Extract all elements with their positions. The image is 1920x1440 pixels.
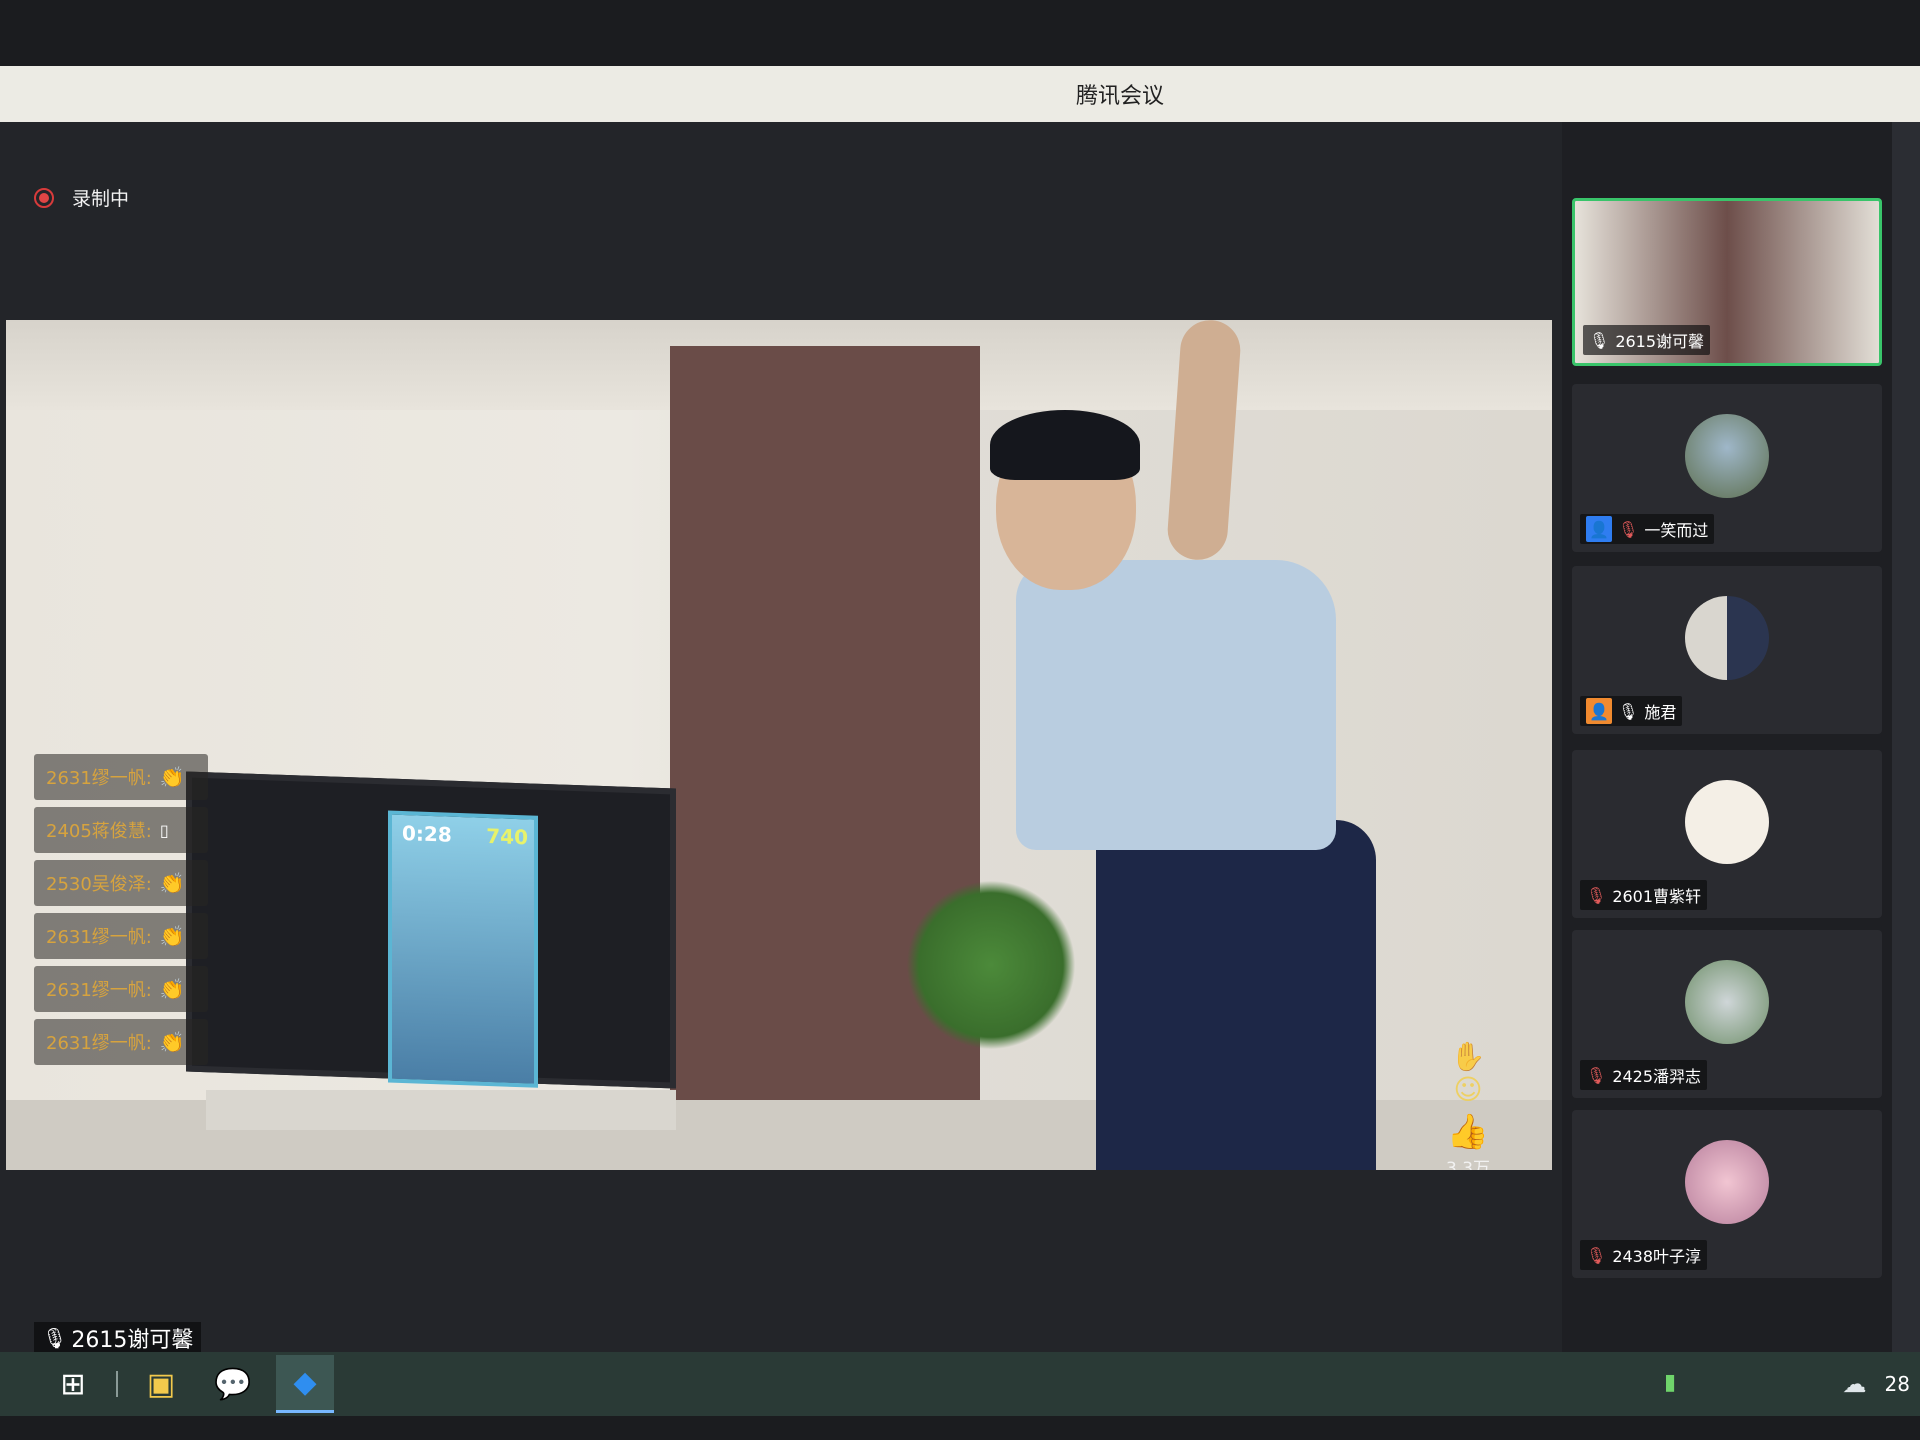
- cohost-user-icon: 👤: [1586, 698, 1612, 724]
- participant-name: 施君: [1644, 703, 1677, 722]
- game-timer: 0:28: [402, 820, 452, 847]
- participant-label: 👤 🎙 一笑而过: [1580, 514, 1715, 544]
- meeting-window: 录制中 0:28 740 ✋ ☺ 👍 3.3万 2631缪一帆: 👏 2405蒋…: [0, 122, 1920, 1354]
- reaction-sender: 2631缪一帆:: [46, 768, 152, 789]
- participant-name: 2601曹紫轩: [1612, 887, 1702, 906]
- game-score: 740: [486, 823, 528, 850]
- avatar: [1685, 960, 1769, 1044]
- mic-icon: 🎙: [1589, 330, 1610, 350]
- person-hair: [990, 410, 1140, 480]
- tv-game-screen: 0:28 740: [388, 810, 538, 1088]
- avatar: [1685, 414, 1769, 498]
- reaction-item: 2405蒋俊慧: ▯: [34, 807, 208, 853]
- wechat-icon[interactable]: 💬: [204, 1355, 262, 1413]
- reaction-item: 2631缪一帆: 👏: [34, 913, 208, 959]
- reaction-list: 2631缪一帆: 👏 2405蒋俊慧: ▯ 2530吴俊泽: 👏 2631缪一帆…: [34, 754, 208, 1072]
- participant-label: 🎙 2425潘羿志: [1580, 1060, 1708, 1090]
- clap-emoji-icon: 👏: [159, 1030, 185, 1054]
- plant: [906, 880, 1076, 1050]
- reaction-sender: 2631缪一帆:: [46, 927, 152, 948]
- taskbar-separator: [116, 1371, 118, 1397]
- system-tray: ☁ 28: [1843, 1352, 1910, 1416]
- clap-emoji-icon: 👏: [159, 765, 185, 789]
- active-speaker-name: 2615谢可馨: [71, 1328, 194, 1353]
- participant-tile[interactable]: 👤 🎙 一笑而过: [1572, 384, 1882, 552]
- participant-tile[interactable]: 🎙 2615谢可馨: [1572, 198, 1882, 366]
- battery-icon[interactable]: ▮: [1664, 1370, 1676, 1395]
- tv-screen: 0:28 740: [186, 771, 676, 1089]
- participant-tile[interactable]: 🎙 2425潘羿志: [1572, 930, 1882, 1098]
- clap-emoji-icon: ✋: [1450, 1040, 1486, 1073]
- taskbar: ⊞ ▣ 💬 ◆ ▮ ☁ 28: [0, 1352, 1920, 1416]
- participant-sidebar: 🎙 2615谢可馨 👤 🎙 一笑而过 👤 🎙 施君 🎙 2601曹紫轩 🎙 24…: [1562, 122, 1892, 1352]
- tencent-meeting-icon[interactable]: ◆: [276, 1355, 334, 1413]
- avatar: [1685, 596, 1769, 680]
- sidebar-edge: [1892, 122, 1920, 1352]
- start-icon[interactable]: ⊞: [44, 1355, 102, 1413]
- smile-emoji-icon: ☺: [1453, 1073, 1483, 1106]
- placeholder-box-icon: ▯: [159, 820, 169, 840]
- participant-label: 🎙 2438叶子淳: [1580, 1240, 1708, 1270]
- clock-fragment[interactable]: 28: [1885, 1372, 1910, 1396]
- participant-name: 2425潘羿志: [1612, 1067, 1702, 1086]
- tv-cabinet: [206, 1090, 676, 1130]
- avatar: [1685, 780, 1769, 864]
- window-title-bar: 腾讯会议: [0, 66, 1920, 122]
- person-pants: [1096, 820, 1376, 1170]
- mic-off-icon: 🎙: [1618, 519, 1639, 539]
- participant-label: 👤 🎙 施君: [1580, 696, 1683, 726]
- like-count: 3.3万: [1445, 1159, 1491, 1170]
- clap-emoji-icon: 👏: [159, 871, 185, 895]
- window-title: 腾讯会议: [1075, 84, 1164, 109]
- participant-name: 一笑而过: [1644, 521, 1709, 540]
- reaction-item: 2631缪一帆: 👏: [34, 1019, 208, 1065]
- main-video[interactable]: 0:28 740 ✋ ☺ 👍 3.3万: [6, 320, 1552, 1170]
- participant-label: 🎙 2601曹紫轩: [1580, 880, 1708, 910]
- reaction-item: 2631缪一帆: 👏: [34, 754, 208, 800]
- reaction-item: 2631缪一帆: 👏: [34, 966, 208, 1012]
- recording-indicator[interactable]: 录制中: [34, 184, 129, 211]
- file-explorer-icon[interactable]: ▣: [132, 1355, 190, 1413]
- reaction-item: 2530吴俊泽: 👏: [34, 860, 208, 906]
- mic-off-icon: 🎙: [1586, 1245, 1607, 1265]
- participant-name: 2438叶子淳: [1612, 1247, 1702, 1266]
- reaction-sender: 2405蒋俊慧:: [46, 821, 152, 842]
- participant-tile[interactable]: 🎙 2438叶子淳: [1572, 1110, 1882, 1278]
- cloud-icon[interactable]: ☁: [1843, 1370, 1867, 1398]
- clap-emoji-icon: 👏: [159, 977, 185, 1001]
- participant-tile[interactable]: 👤 🎙 施君: [1572, 566, 1882, 734]
- avatar: [1685, 1140, 1769, 1224]
- participant-name: 2615谢可馨: [1615, 332, 1705, 351]
- participant-tile[interactable]: 🎙 2601曹紫轩: [1572, 750, 1882, 918]
- mic-off-icon: 🎙: [1586, 1065, 1607, 1085]
- participant-label: 🎙 2615谢可馨: [1583, 325, 1711, 355]
- reaction-sender: 2631缪一帆:: [46, 1033, 152, 1054]
- mic-icon: 🎙: [42, 1326, 68, 1350]
- record-icon: [34, 187, 54, 208]
- like-widget[interactable]: ✋ ☺ 👍 3.3万: [1436, 1040, 1500, 1170]
- mic-off-icon: 🎙: [1586, 885, 1607, 905]
- reaction-sender: 2631缪一帆:: [46, 980, 152, 1001]
- clap-emoji-icon: 👏: [159, 924, 185, 948]
- person-shirt: [1016, 560, 1336, 850]
- recording-label: 录制中: [72, 188, 130, 210]
- reaction-sender: 2530吴俊泽:: [46, 874, 152, 895]
- thumbs-up-icon[interactable]: 👍: [1436, 1112, 1500, 1152]
- mic-icon: 🎙: [1618, 701, 1639, 721]
- host-user-icon: 👤: [1586, 516, 1612, 542]
- active-speaker-tag: 🎙 2615谢可馨: [34, 1322, 202, 1354]
